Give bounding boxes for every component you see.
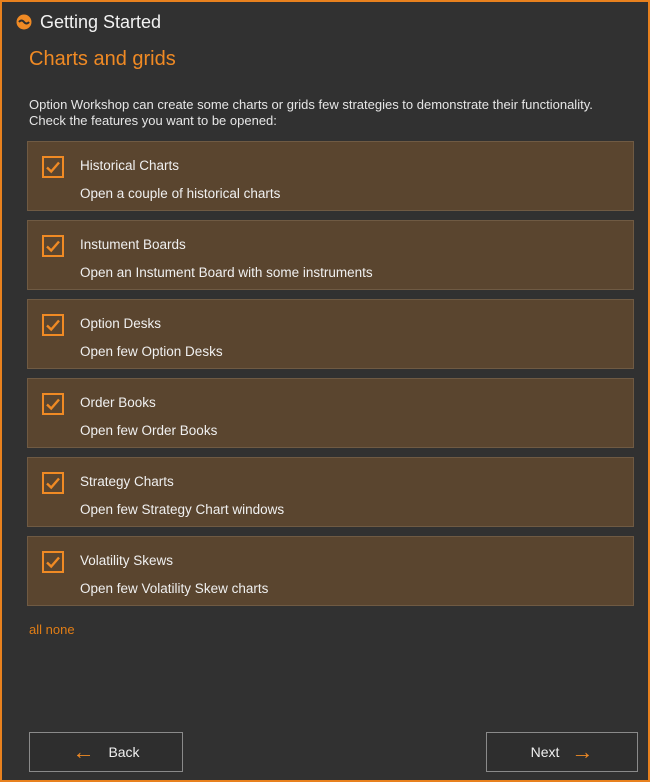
next-button[interactable]: Next → [486,732,638,772]
instument-boards-checkbox[interactable] [42,235,64,257]
checkmark-icon [46,161,60,174]
option-title: Strategy Charts [80,474,174,489]
title-bar: Getting Started [2,2,648,42]
checkmark-icon [46,319,60,332]
window-title: Getting Started [40,11,162,32]
app-logo-icon [16,14,32,30]
option-historical-charts[interactable]: Historical Charts Open a couple of histo… [27,141,634,211]
back-button-label: Back [108,744,140,760]
select-none-link[interactable]: none [46,622,75,637]
next-button-label: Next [530,744,560,760]
option-volatility-skews[interactable]: Volatility Skews Open few Volatility Ske… [27,536,634,606]
option-title: Option Desks [80,316,162,331]
getting-started-window: Getting Started Charts and grids Option … [0,0,650,782]
option-subtitle: Open few Volatility Skew charts [80,581,269,596]
checkmark-icon [46,477,60,490]
option-strategy-charts[interactable]: Strategy Charts Open few Strategy Chart … [27,457,634,527]
option-subtitle: Open an Instument Board with some instru… [80,265,373,280]
feature-options-list: Historical Charts Open a couple of histo… [27,141,634,606]
option-subtitle: Open few Option Desks [80,344,223,359]
option-instument-boards[interactable]: Instument Boards Open an Instument Board… [27,220,634,290]
description-text: Option Workshop can create some charts o… [29,97,593,128]
checkmark-icon [46,240,60,253]
order-books-checkbox[interactable] [42,393,64,415]
option-title: Instument Boards [80,237,186,252]
checkmark-icon [46,398,60,411]
select-all-link[interactable]: all [29,622,42,637]
option-option-desks[interactable]: Option Desks Open few Option Desks [27,299,634,369]
select-links: all none [29,622,648,637]
option-subtitle: Open few Order Books [80,423,218,438]
option-title: Volatility Skews [80,553,174,568]
option-subtitle: Open few Strategy Chart windows [80,502,285,517]
volatility-skews-checkbox[interactable] [42,551,64,573]
option-title: Historical Charts [80,158,180,173]
checkmark-icon [46,556,60,569]
arrow-left-icon: ← [72,739,95,764]
option-title: Order Books [80,395,156,410]
strategy-charts-checkbox[interactable] [42,472,64,494]
option-subtitle: Open a couple of historical charts [80,186,281,201]
option-desks-checkbox[interactable] [42,314,64,336]
arrow-right-icon: → [571,739,594,764]
back-button[interactable]: ← Back [29,732,183,772]
historical-charts-checkbox[interactable] [42,156,64,178]
section-title: Charts and grids [29,48,176,70]
option-order-books[interactable]: Order Books Open few Order Books [27,378,634,448]
